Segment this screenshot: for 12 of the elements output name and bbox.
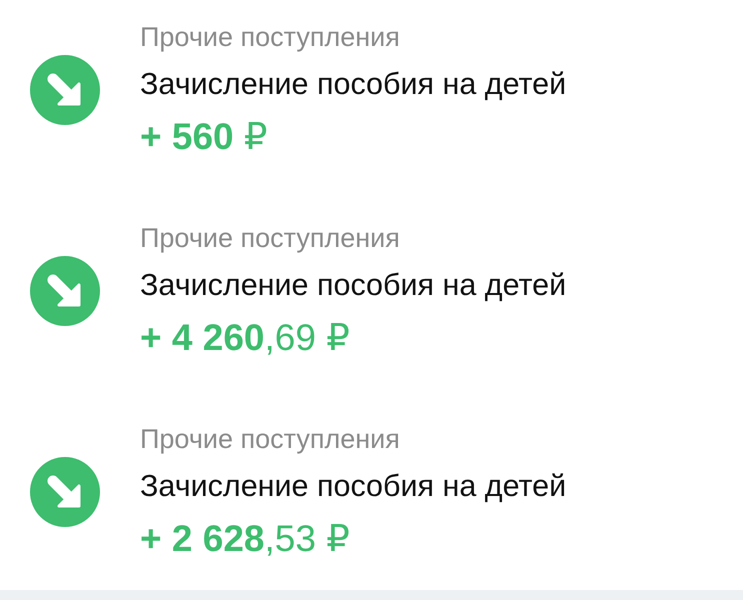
transaction-category: Прочие поступления [140,222,400,255]
arrow-down-right-icon [30,256,100,326]
arrow-down-right-icon [30,55,100,125]
transaction-category: Прочие поступления [140,21,400,54]
transaction-title[interactable]: Зачисление пособия на детей [140,64,566,104]
transaction-title[interactable]: Зачисление пособия на детей [140,466,566,506]
transaction-amount: + 2 628,53 ₽ [140,517,350,561]
arrow-down-right-icon [30,457,100,527]
transaction-amount: + 560 ₽ [140,115,268,159]
transaction-category: Прочие поступления [140,423,400,456]
transaction-amount: + 4 260,69 ₽ [140,316,350,360]
transaction-title[interactable]: Зачисление пособия на детей [140,265,566,305]
